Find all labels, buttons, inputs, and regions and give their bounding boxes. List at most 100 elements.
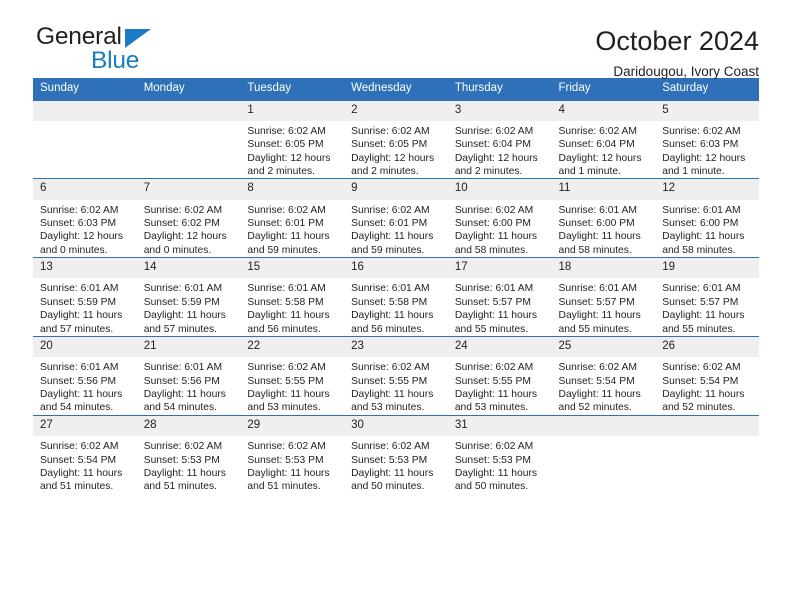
brand-name-blue: Blue [91, 47, 140, 74]
sunrise-text: Sunrise: 6:02 AM [143, 204, 223, 216]
calendar-week-row: 1 Sunrise: 6:02 AM Sunset: 6:05 PM Daylight… [33, 100, 759, 179]
sunset-text: Sunset: 5:53 PM [454, 454, 531, 466]
sunset-text: Sunset: 6:04 PM [558, 139, 635, 151]
calendar-day-cell[interactable]: 22 Sunrise: 6:02 AM Sunset: 5:55 PM Dayligh… [240, 336, 345, 416]
calendar-cell-empty [136, 100, 241, 179]
sunset-text: Sunset: 5:58 PM [351, 296, 428, 308]
day-details: Sunrise: 6:02 AM Sunset: 5:54 PM Daylight:… [33, 436, 137, 494]
calendar-day-cell[interactable]: 11 Sunrise: 6:01 AM Sunset: 6:00 PM Dayligh… [551, 178, 656, 258]
daylight-text: Daylight: 11 hours and 52 minutes. [662, 389, 745, 414]
calendar-day-cell[interactable]: 6 Sunrise: 6:02 AM Sunset: 6:03 PM Daylight… [33, 178, 137, 258]
calendar-day-cell[interactable]: 27 Sunrise: 6:02 AM Sunset: 5:54 PM Dayligh… [33, 414, 137, 494]
sunset-text: Sunset: 5:53 PM [351, 454, 428, 466]
calendar-day-cell[interactable]: 28 Sunrise: 6:02 AM Sunset: 5:53 PM Dayligh… [136, 414, 241, 494]
sunset-text: Sunset: 5:57 PM [558, 296, 635, 308]
calendar-day-cell[interactable]: 9 Sunrise: 6:02 AM Sunset: 6:01 PM Daylight… [344, 178, 448, 258]
calendar-day-cell[interactable]: 18 Sunrise: 6:01 AM Sunset: 5:57 PM Dayligh… [551, 257, 656, 337]
calendar-day-cell[interactable]: 10 Sunrise: 6:02 AM Sunset: 6:00 PM Dayligh… [447, 178, 552, 258]
daylight-text: Daylight: 11 hours and 58 minutes. [662, 231, 745, 256]
calendar-day-cell[interactable]: 1 Sunrise: 6:02 AM Sunset: 6:05 PM Daylight… [240, 100, 345, 179]
day-details: Sunrise: 6:02 AM Sunset: 5:55 PM Daylight:… [448, 357, 552, 415]
calendar-day-cell[interactable]: 15 Sunrise: 6:01 AM Sunset: 5:58 PM Dayligh… [240, 257, 345, 337]
daylight-text: Daylight: 11 hours and 57 minutes. [143, 310, 226, 335]
sunrise-text: Sunrise: 6:02 AM [143, 441, 223, 453]
calendar-week-row: 6 Sunrise: 6:02 AM Sunset: 6:03 PM Daylight… [33, 178, 759, 258]
calendar-week-row: 27 Sunrise: 6:02 AM Sunset: 5:54 PM Dayligh… [33, 414, 759, 494]
calendar-day-cell[interactable]: 14 Sunrise: 6:01 AM Sunset: 5:59 PM Dayligh… [136, 257, 241, 337]
daylight-text: Daylight: 11 hours and 50 minutes. [351, 467, 434, 493]
sunrise-text: Sunrise: 6:01 AM [40, 362, 119, 374]
calendar-day-cell[interactable]: 5 Sunrise: 6:02 AM Sunset: 6:03 PM Daylight… [655, 100, 759, 179]
calendar-day-cell[interactable]: 29 Sunrise: 6:02 AM Sunset: 5:53 PM Dayligh… [240, 414, 345, 494]
day-number: 8 [240, 179, 345, 200]
sunset-text: Sunset: 5:54 PM [40, 454, 117, 466]
sunset-text: Sunset: 5:57 PM [454, 296, 531, 308]
day-number: 2 [344, 100, 448, 121]
sunrise-text: Sunrise: 6:02 AM [351, 204, 430, 216]
sunset-text: Sunset: 6:03 PM [662, 139, 739, 151]
daylight-text: Daylight: 11 hours and 51 minutes. [40, 467, 123, 493]
calendar-day-cell[interactable]: 26 Sunrise: 6:02 AM Sunset: 5:54 PM Dayligh… [655, 336, 759, 416]
calendar-day-cell[interactable]: 25 Sunrise: 6:02 AM Sunset: 5:54 PM Dayligh… [551, 336, 656, 416]
day-details: Sunrise: 6:02 AM Sunset: 5:54 PM Daylight:… [655, 357, 759, 415]
day-number: 30 [344, 415, 448, 437]
calendar-cell-empty [33, 100, 137, 179]
sunrise-text: Sunrise: 6:02 AM [662, 125, 741, 137]
day-number: 10 [447, 179, 552, 200]
calendar-day-cell[interactable]: 17 Sunrise: 6:01 AM Sunset: 5:57 PM Dayligh… [447, 257, 552, 337]
day-number: 23 [344, 337, 448, 358]
weekday-header-monday: Monday [136, 78, 241, 101]
calendar-day-cell[interactable]: 8 Sunrise: 6:02 AM Sunset: 6:01 PM Daylight… [240, 178, 345, 258]
calendar-page: General Blue October 2024 Daridougou, Iv… [0, 0, 792, 612]
day-number: 24 [447, 337, 552, 358]
day-number: 1 [240, 100, 345, 121]
day-number: 13 [33, 258, 137, 279]
sunrise-text: Sunrise: 6:02 AM [558, 362, 637, 374]
calendar-day-cell[interactable]: 31 Sunrise: 6:02 AM Sunset: 5:53 PM Dayligh… [447, 414, 552, 494]
calendar-body: 1 Sunrise: 6:02 AM Sunset: 6:05 PM Daylight… [33, 100, 759, 494]
sunrise-text: Sunrise: 6:02 AM [454, 125, 534, 137]
page-header: General Blue October 2024 Daridougou, Iv… [33, 0, 759, 79]
sunrise-text: Sunrise: 6:02 AM [454, 362, 534, 374]
sunset-text: Sunset: 6:00 PM [454, 217, 531, 229]
day-details: Sunrise: 6:01 AM Sunset: 5:57 PM Daylight:… [655, 278, 759, 336]
day-number [551, 415, 656, 437]
calendar-day-cell[interactable]: 13 Sunrise: 6:01 AM Sunset: 5:59 PM Dayligh… [33, 257, 137, 337]
calendar-day-cell[interactable]: 21 Sunrise: 6:01 AM Sunset: 5:56 PM Dayligh… [136, 336, 241, 416]
calendar-day-cell[interactable]: 16 Sunrise: 6:01 AM Sunset: 5:58 PM Dayligh… [344, 257, 448, 337]
sunset-text: Sunset: 6:04 PM [454, 139, 531, 151]
day-details: Sunrise: 6:02 AM Sunset: 5:53 PM Daylight:… [240, 436, 344, 494]
day-number: 6 [33, 179, 137, 200]
calendar-day-cell[interactable]: 20 Sunrise: 6:01 AM Sunset: 5:56 PM Dayligh… [33, 336, 137, 416]
calendar-day-cell[interactable]: 19 Sunrise: 6:01 AM Sunset: 5:57 PM Dayligh… [655, 257, 759, 337]
sunrise-text: Sunrise: 6:02 AM [40, 441, 119, 453]
calendar-day-cell[interactable]: 2 Sunrise: 6:02 AM Sunset: 6:05 PM Daylight… [344, 100, 448, 179]
calendar-day-cell[interactable]: 30 Sunrise: 6:02 AM Sunset: 5:53 PM Dayligh… [344, 414, 448, 494]
calendar-day-cell[interactable]: 3 Sunrise: 6:02 AM Sunset: 6:04 PM Daylight… [447, 100, 552, 179]
day-details: Sunrise: 6:02 AM Sunset: 6:03 PM Daylight:… [33, 200, 137, 258]
calendar-day-cell[interactable]: 4 Sunrise: 6:02 AM Sunset: 6:04 PM Daylight… [551, 100, 656, 179]
daylight-text: Daylight: 11 hours and 54 minutes. [40, 389, 123, 414]
sunrise-text: Sunrise: 6:02 AM [247, 204, 326, 216]
calendar-day-cell[interactable]: 7 Sunrise: 6:02 AM Sunset: 6:02 PM Daylight… [136, 178, 241, 258]
calendar-cell-empty [655, 414, 759, 494]
sunrise-text: Sunrise: 6:01 AM [247, 283, 326, 295]
day-details: Sunrise: 6:02 AM Sunset: 6:01 PM Daylight:… [240, 200, 344, 258]
day-details: Sunrise: 6:02 AM Sunset: 6:05 PM Daylight:… [240, 121, 344, 179]
day-number: 27 [33, 415, 137, 437]
weekday-header-saturday: Saturday [655, 78, 759, 101]
day-details: Sunrise: 6:01 AM Sunset: 5:56 PM Daylight:… [33, 357, 137, 415]
calendar-day-cell[interactable]: 24 Sunrise: 6:02 AM Sunset: 5:55 PM Dayligh… [447, 336, 552, 416]
sunset-text: Sunset: 5:56 PM [143, 375, 220, 387]
brand-logo: General Blue [36, 24, 256, 77]
sunset-text: Sunset: 6:00 PM [662, 217, 739, 229]
day-details: Sunrise: 6:01 AM Sunset: 5:57 PM Daylight:… [448, 278, 552, 336]
sunrise-text: Sunrise: 6:01 AM [143, 283, 223, 295]
daylight-text: Daylight: 11 hours and 50 minutes. [454, 467, 538, 493]
day-number: 3 [447, 100, 552, 121]
sunrise-text: Sunrise: 6:01 AM [143, 362, 223, 374]
calendar-day-cell[interactable]: 23 Sunrise: 6:02 AM Sunset: 5:55 PM Dayligh… [344, 336, 448, 416]
weekday-header-row: Sunday Monday Tuesday Wednesday Thursday… [33, 78, 759, 101]
calendar-day-cell[interactable]: 12 Sunrise: 6:01 AM Sunset: 6:00 PM Dayligh… [655, 178, 759, 258]
sunrise-text: Sunrise: 6:01 AM [558, 283, 637, 295]
